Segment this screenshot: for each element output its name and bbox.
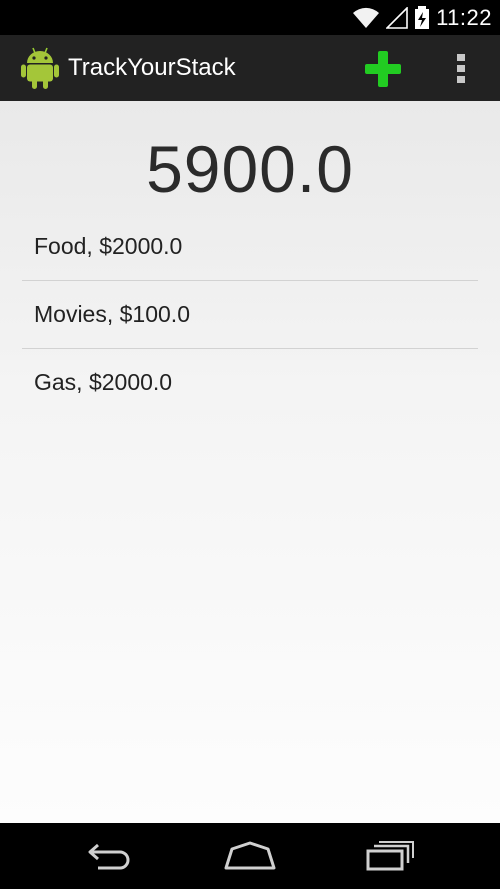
home-button[interactable] [215, 833, 285, 879]
status-time: 11:22 [436, 4, 492, 30]
expense-list: Food, $2000.0 Movies, $100.0 Gas, $2000.… [22, 213, 478, 416]
navigation-bar [0, 823, 500, 889]
home-icon [224, 841, 276, 870]
android-icon[interactable] [20, 46, 60, 90]
back-icon [88, 843, 130, 870]
total-amount: 5900.0 [146, 132, 354, 206]
add-icon [365, 51, 401, 87]
list-item[interactable]: Movies, $100.0 [22, 281, 478, 349]
add-button[interactable] [358, 47, 408, 91]
status-bar: 11:22 [0, 0, 500, 35]
main-content: 5900.0 Food, $2000.0 Movies, $100.0 Gas,… [0, 101, 500, 823]
battery-charging-icon [415, 5, 430, 29]
back-button[interactable] [75, 833, 145, 879]
wifi-icon [353, 7, 380, 28]
status-icons: 11:22 [352, 0, 492, 35]
screen: 11:22 TrackYourStack 5900.0 Food, $2000.… [0, 0, 500, 889]
action-bar: TrackYourStack [0, 35, 500, 102]
overflow-menu-icon [457, 54, 465, 83]
recent-apps-icon [366, 841, 414, 871]
overflow-menu-button[interactable] [440, 47, 482, 91]
app-title: TrackYourStack [68, 54, 236, 81]
list-item[interactable]: Gas, $2000.0 [22, 349, 478, 416]
recent-apps-button[interactable] [355, 833, 425, 879]
list-item[interactable]: Food, $2000.0 [22, 213, 478, 281]
signal-icon [386, 6, 408, 29]
